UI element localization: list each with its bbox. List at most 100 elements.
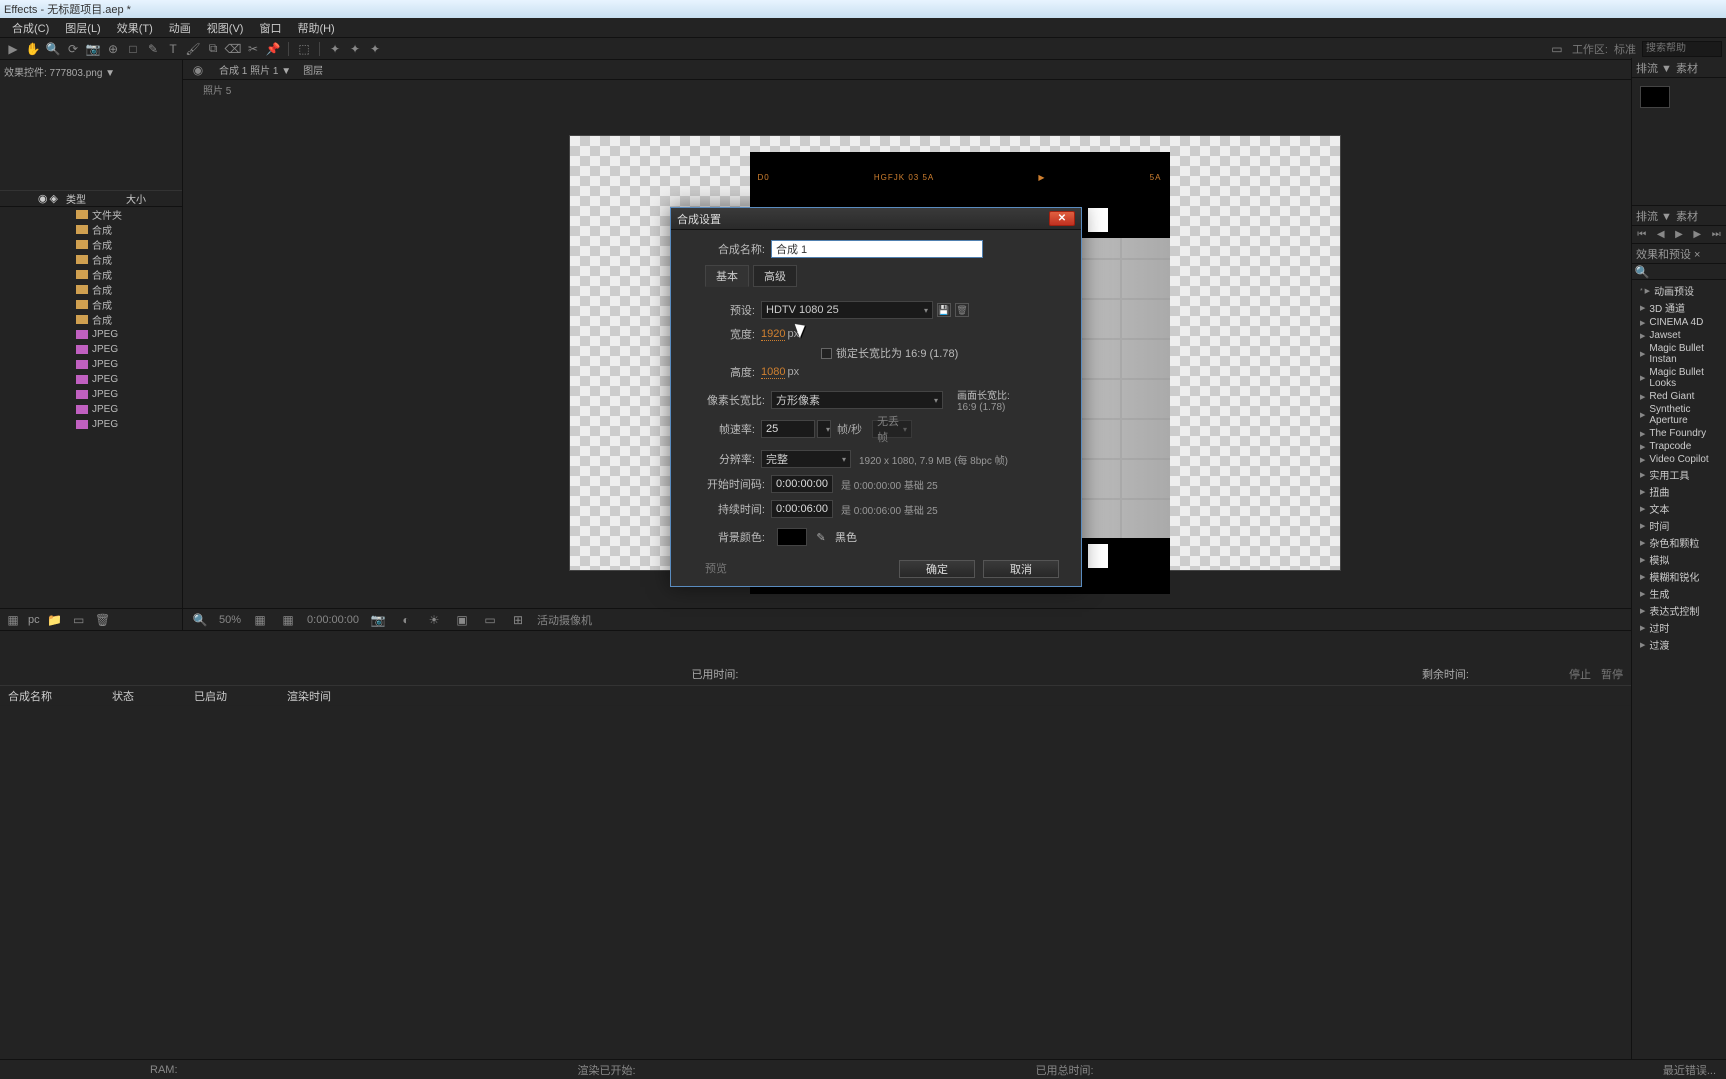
project-item[interactable]: 合成 xyxy=(0,222,182,237)
roto-tool-icon[interactable]: ✂ xyxy=(244,40,262,58)
composition-name-input[interactable] xyxy=(771,240,983,258)
color-swatch[interactable] xyxy=(1640,86,1670,108)
help-search-input[interactable] xyxy=(1642,41,1722,57)
col-toggle-icons[interactable]: ◉◈ xyxy=(0,192,62,205)
text-tool-icon[interactable]: T xyxy=(164,40,182,58)
effects-category[interactable]: Magic Bullet Instan xyxy=(1632,342,1726,366)
anchor-tool-icon[interactable]: ⊕ xyxy=(104,40,122,58)
effects-category[interactable]: 文本 xyxy=(1632,500,1726,517)
project-item[interactable]: JPEG xyxy=(0,417,182,432)
effects-category[interactable]: CINEMA 4D xyxy=(1632,316,1726,329)
tab-composition[interactable]: 合成 1 照片 1 ▼ xyxy=(219,62,291,77)
project-item[interactable]: JPEG xyxy=(0,402,182,417)
width-value[interactable]: 1920 xyxy=(761,328,785,341)
viewer-lock-icon[interactable]: ◉ xyxy=(189,61,207,79)
effects-category[interactable]: 表达式控制 xyxy=(1632,602,1726,619)
project-item[interactable]: JPEG xyxy=(0,327,182,342)
effects-category[interactable]: Video Copilot xyxy=(1632,453,1726,466)
effects-category[interactable]: 实用工具 xyxy=(1632,466,1726,483)
menu-view[interactable]: 视图(V) xyxy=(199,18,252,37)
effects-category[interactable]: 动画预设 xyxy=(1632,282,1726,299)
effects-category[interactable]: The Foundry xyxy=(1632,427,1726,440)
menu-layer[interactable]: 图层(L) xyxy=(57,18,108,37)
pen-tool-icon[interactable]: ✎ xyxy=(144,40,162,58)
effects-category[interactable]: Red Giant xyxy=(1632,390,1726,403)
new-comp-icon[interactable]: ▭ xyxy=(70,611,88,629)
project-item[interactable]: 合成 xyxy=(0,312,182,327)
recent-errors-label[interactable]: 最近错误... xyxy=(1663,1062,1716,1078)
cancel-button[interactable]: 取消 xyxy=(983,560,1059,578)
grid-icon[interactable]: ⊞ xyxy=(509,611,527,629)
tab-layer[interactable]: 图层 xyxy=(303,62,323,77)
world-axis-icon[interactable]: ✦ xyxy=(346,40,364,58)
pause-button[interactable]: 暂停 xyxy=(1601,666,1623,685)
zoom-value[interactable]: 50% xyxy=(219,614,241,626)
region-icon[interactable]: ▭ xyxy=(481,611,499,629)
effects-category[interactable]: Magic Bullet Looks xyxy=(1632,366,1726,390)
resolution-dropdown[interactable]: 完整 xyxy=(761,450,851,468)
tab-advanced[interactable]: 高级 xyxy=(753,265,797,287)
project-item[interactable]: JPEG xyxy=(0,372,182,387)
magnify-icon[interactable]: 🔍 xyxy=(191,611,209,629)
col-render-time[interactable]: 渲染时间 xyxy=(287,688,331,704)
effects-category[interactable]: 模糊和锐化 xyxy=(1632,568,1726,585)
menu-help[interactable]: 帮助(H) xyxy=(289,18,342,37)
effects-category[interactable]: 过渡 xyxy=(1632,636,1726,653)
snap-icon[interactable]: ⬚ xyxy=(295,40,313,58)
brush-tool-icon[interactable]: 🖌 xyxy=(184,40,202,58)
effects-category[interactable]: 杂色和颗粒 xyxy=(1632,534,1726,551)
bpc-indicator[interactable]: pc xyxy=(28,614,40,626)
exposure-icon[interactable]: ☀ xyxy=(425,611,443,629)
col-comp-name[interactable]: 合成名称 xyxy=(8,688,52,704)
effects-category[interactable]: Trapcode xyxy=(1632,440,1726,453)
project-item[interactable]: 合成 xyxy=(0,297,182,312)
project-item[interactable]: 合成 xyxy=(0,282,182,297)
fx-tab-preview2[interactable]: 排流 ▼ xyxy=(1636,208,1672,224)
project-item[interactable]: 合成 xyxy=(0,267,182,282)
hand-tool-icon[interactable]: ✋ xyxy=(24,40,42,58)
bg-color-swatch[interactable] xyxy=(777,528,807,546)
duration-input[interactable] xyxy=(771,500,833,518)
par-dropdown[interactable]: 方形像素 xyxy=(771,391,943,409)
mask-icon[interactable]: ▣ xyxy=(453,611,471,629)
preset-dropdown[interactable]: HDTV 1080 25 xyxy=(761,301,933,319)
fx-search-icon[interactable]: 🔍 xyxy=(1636,266,1648,278)
fx-tab-preview[interactable]: 排流 ▼ xyxy=(1636,60,1672,76)
snapshot-icon[interactable]: 📷 xyxy=(369,611,387,629)
save-preset-icon[interactable]: 💾 xyxy=(937,303,951,317)
col-started[interactable]: 已启动 xyxy=(194,688,227,704)
close-button[interactable]: ✕ xyxy=(1049,211,1075,226)
view-axis-icon[interactable]: ✦ xyxy=(366,40,384,58)
col-status[interactable]: 状态 xyxy=(112,688,134,704)
effects-category[interactable]: 模拟 xyxy=(1632,551,1726,568)
prev-frame-icon[interactable]: ◀ xyxy=(1657,229,1665,240)
active-camera[interactable]: 活动摄像机 xyxy=(537,612,592,628)
workspace-value[interactable]: 标准 xyxy=(1614,41,1636,57)
effects-category[interactable]: 时间 xyxy=(1632,517,1726,534)
effects-category[interactable]: Jawset xyxy=(1632,329,1726,342)
effects-category[interactable]: 生成 xyxy=(1632,585,1726,602)
effects-control-header[interactable]: 效果控件: 777803.png ▼ xyxy=(4,64,178,79)
rotate-tool-icon[interactable]: ⟳ xyxy=(64,40,82,58)
panel-icon[interactable]: ▭ xyxy=(1548,40,1566,58)
effects-presets-header[interactable]: 效果和预设 × xyxy=(1632,244,1726,264)
shape-tool-icon[interactable]: □ xyxy=(124,40,142,58)
transparency-grid-icon[interactable]: ▦ xyxy=(279,611,297,629)
preview-checkbox-label[interactable]: 预览 xyxy=(705,560,727,578)
resolution-icon[interactable]: ▦ xyxy=(251,611,269,629)
effects-category[interactable]: 过时 xyxy=(1632,619,1726,636)
col-size[interactable]: 大小 xyxy=(122,191,162,206)
lock-aspect-checkbox[interactable] xyxy=(821,348,832,359)
play-icon[interactable]: ▶ xyxy=(1675,229,1683,240)
next-frame-icon[interactable]: ▶ xyxy=(1693,229,1701,240)
zoom-tool-icon[interactable]: 🔍 xyxy=(44,40,62,58)
local-axis-icon[interactable]: ✦ xyxy=(326,40,344,58)
dialog-titlebar[interactable]: 合成设置 ✕ xyxy=(671,208,1081,230)
project-item[interactable]: 合成 xyxy=(0,252,182,267)
project-item[interactable]: JPEG xyxy=(0,342,182,357)
menu-animation[interactable]: 动画 xyxy=(161,18,199,37)
eraser-tool-icon[interactable]: ⌫ xyxy=(224,40,242,58)
new-folder-icon[interactable]: 📁 xyxy=(46,611,64,629)
project-item[interactable]: 文件夹 xyxy=(0,207,182,222)
timecode[interactable]: 0:00:00:00 xyxy=(307,614,359,626)
